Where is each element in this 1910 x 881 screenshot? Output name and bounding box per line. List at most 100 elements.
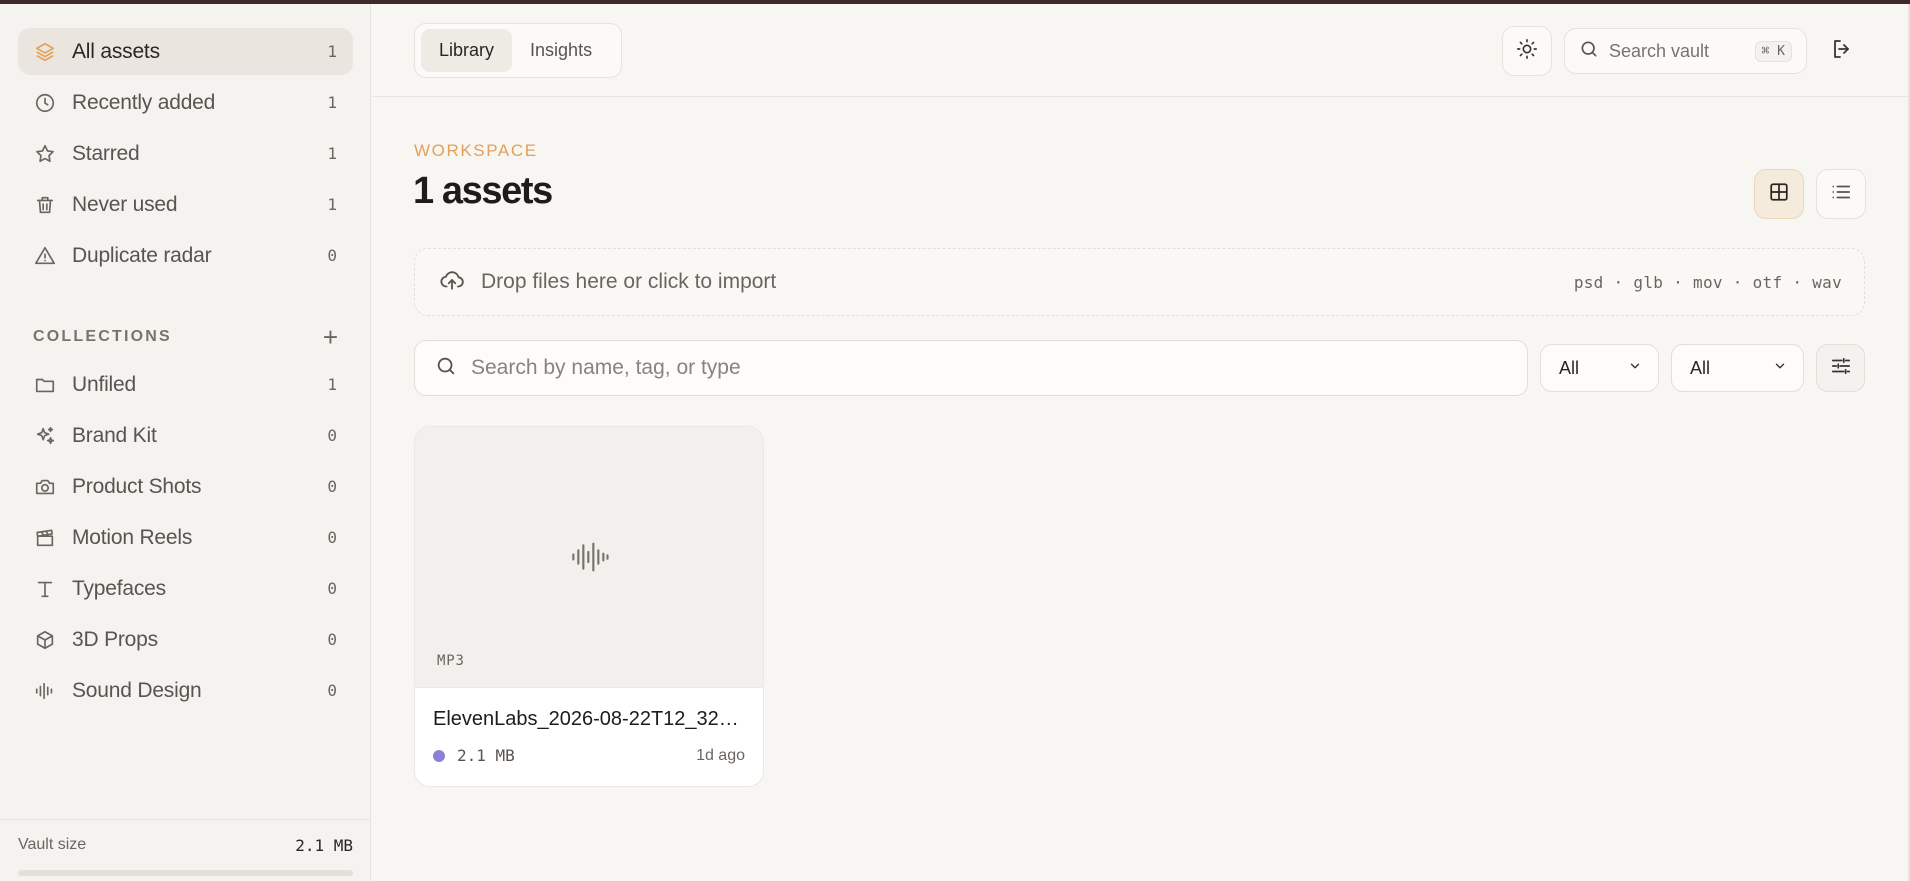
top-header: Library Insights Search vault ⌘ K	[372, 4, 1910, 97]
search-vault-button[interactable]: Search vault ⌘ K	[1564, 28, 1807, 74]
dropzone-file-types: psd · glb · mov · otf · wav	[1573, 272, 1842, 292]
theme-toggle-button[interactable]	[1502, 26, 1552, 76]
asset-thumbnail: MP3	[415, 427, 763, 688]
type-filter-value: All	[1559, 357, 1580, 378]
sidebar-item-label: Motion Reels	[72, 525, 193, 549]
clapperboard-icon	[32, 525, 58, 551]
sidebar-item-typefaces[interactable]: Typefaces 0	[18, 565, 353, 612]
upload-cloud-icon	[439, 267, 465, 298]
grid-icon	[1768, 181, 1790, 208]
sun-icon	[1516, 38, 1538, 65]
search-icon	[1579, 39, 1599, 64]
sidebar-item-starred[interactable]: Starred 1	[18, 130, 353, 177]
search-vault-placeholder: Search vault	[1609, 40, 1710, 61]
search-icon	[435, 355, 457, 382]
sidebar-item-recently-added[interactable]: Recently added 1	[18, 79, 353, 126]
list-icon	[1830, 181, 1852, 208]
audio-wave-icon	[570, 537, 610, 582]
asset-meta: ElevenLabs_2026-08-22T12_32_4... 2.1 MB …	[415, 688, 763, 765]
sidebar-item-count: 1	[327, 144, 337, 163]
sidebar-item-count: 1	[327, 93, 337, 112]
asset-card[interactable]: MP3 ElevenLabs_2026-08-22T12_32_4... 2.1…	[414, 426, 764, 787]
clock-icon	[32, 90, 58, 116]
type-icon	[32, 576, 58, 602]
asset-details: 2.1 MB 1d ago	[433, 746, 745, 765]
advanced-filters-button[interactable]	[1816, 344, 1865, 392]
sidebar-item-label: All assets	[72, 39, 160, 63]
sidebar-item-count: 0	[327, 426, 337, 445]
import-dropzone[interactable]: Drop files here or click to import psd ·…	[414, 248, 1865, 316]
sidebar-item-count: 0	[327, 579, 337, 598]
page-title: 1 assets	[413, 170, 553, 212]
asset-color-dot	[433, 749, 445, 762]
sidebar-item-count: 0	[327, 630, 337, 649]
list-view-button[interactable]	[1816, 169, 1866, 219]
collection-filter-select[interactable]: All	[1671, 344, 1804, 392]
view-tabs: Library Insights	[414, 23, 622, 78]
sidebar-item-unfiled[interactable]: Unfiled 1	[18, 361, 353, 408]
sidebar: All assets 1 Recently added 1 Starred 1 …	[0, 4, 371, 881]
vault-size-panel: Vault size 2.1 MB	[0, 819, 371, 881]
sidebar-item-all-assets[interactable]: All assets 1	[18, 28, 353, 75]
type-filter-select[interactable]: All	[1540, 344, 1659, 392]
sidebar-item-label: Typefaces	[72, 576, 166, 600]
tab-library[interactable]: Library	[421, 29, 513, 72]
sidebar-item-count: 0	[327, 246, 337, 265]
grid-view-button[interactable]	[1754, 169, 1804, 219]
audio-wave-icon	[32, 678, 58, 704]
layers-icon	[32, 39, 58, 65]
vault-size-value: 2.1 MB	[295, 835, 353, 855]
asset-age: 1d ago	[696, 746, 745, 764]
sidebar-nav: All assets 1 Recently added 1 Starred 1 …	[18, 28, 353, 283]
asset-kind: MP3	[437, 653, 465, 669]
camera-icon	[32, 474, 58, 500]
collections-title: COLLECTIONS	[33, 328, 172, 345]
chevron-down-icon	[1628, 359, 1642, 378]
sidebar-item-duplicate-radar[interactable]: Duplicate radar 0	[18, 232, 353, 279]
asset-name: ElevenLabs_2026-08-22T12_32_4...	[433, 708, 745, 730]
collections-header: COLLECTIONS +	[33, 322, 338, 352]
star-icon	[32, 141, 58, 167]
sidebar-item-label: Brand Kit	[72, 423, 157, 447]
sidebar-item-product-shots[interactable]: Product Shots 0	[18, 463, 353, 510]
sidebar-item-label: Recently added	[72, 90, 216, 114]
sidebar-item-count: 1	[327, 195, 337, 214]
asset-search	[414, 340, 1528, 396]
collection-filter-value: All	[1690, 357, 1711, 378]
logout-icon	[1830, 37, 1854, 66]
sidebar-item-sound-design[interactable]: Sound Design 0	[18, 667, 353, 714]
folder-icon	[32, 372, 58, 398]
section-eyebrow: WORKSPACE	[414, 141, 538, 160]
sidebar-item-motion-reels[interactable]: Motion Reels 0	[18, 514, 353, 561]
tab-insights[interactable]: Insights	[512, 29, 610, 72]
vault-size-bar	[18, 870, 353, 876]
add-collection-button[interactable]: +	[323, 324, 338, 350]
logout-button[interactable]	[1827, 36, 1857, 66]
vault-size-label: Vault size	[18, 836, 87, 853]
sidebar-item-count: 1	[327, 375, 337, 394]
asset-search-input[interactable]	[471, 356, 1507, 380]
sidebar-item-count: 0	[327, 528, 337, 547]
sidebar-item-brand-kit[interactable]: Brand Kit 0	[18, 412, 353, 459]
sidebar-item-never-used[interactable]: Never used 1	[18, 181, 353, 228]
sidebar-item-label: 3D Props	[72, 627, 158, 651]
sidebar-item-label: Starred	[72, 141, 140, 165]
sidebar-item-label: Never used	[72, 192, 178, 216]
chevron-down-icon	[1773, 359, 1787, 378]
sliders-icon	[1830, 355, 1852, 382]
sidebar-item-label: Sound Design	[72, 678, 202, 702]
warning-icon	[32, 243, 58, 269]
asset-size: 2.1 MB	[457, 746, 515, 765]
shortcut-badge: ⌘ K	[1754, 40, 1792, 62]
dropzone-text: Drop files here or click to import	[481, 270, 777, 293]
sidebar-item-count: 0	[327, 477, 337, 496]
cube-icon	[32, 627, 58, 653]
sidebar-item-label: Duplicate radar	[72, 243, 212, 267]
trash-icon	[32, 192, 58, 218]
sparkles-icon	[32, 423, 58, 449]
sidebar-item-count: 0	[327, 681, 337, 700]
sidebar-item-count: 1	[327, 42, 337, 61]
sidebar-item-3d-props[interactable]: 3D Props 0	[18, 616, 353, 663]
sidebar-item-label: Unfiled	[72, 372, 136, 396]
collections-list: Unfiled 1 Brand Kit 0 Product Shots 0 Mo…	[18, 361, 353, 718]
